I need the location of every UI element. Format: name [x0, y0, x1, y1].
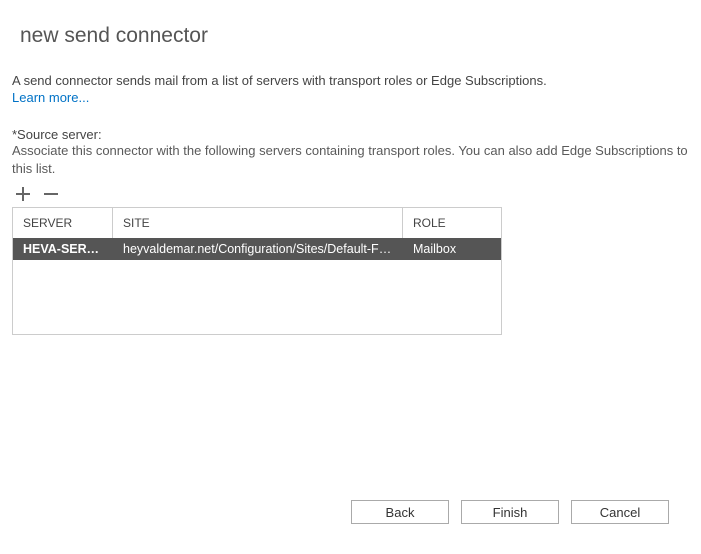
- table-toolbar: [12, 185, 689, 203]
- back-button[interactable]: Back: [351, 500, 449, 524]
- source-server-table: SERVER SITE ROLE HEVA-SERVE... heyvaldem…: [12, 207, 502, 335]
- description-text: A send connector sends mail from a list …: [12, 72, 689, 90]
- cancel-button[interactable]: Cancel: [571, 500, 669, 524]
- wizard-footer: Back Finish Cancel: [351, 500, 669, 524]
- source-server-help: Associate this connector with the follow…: [12, 142, 689, 178]
- column-site[interactable]: SITE: [113, 208, 403, 238]
- remove-icon[interactable]: [42, 185, 60, 203]
- source-server-label: *Source server:: [12, 127, 689, 142]
- column-server[interactable]: SERVER: [13, 208, 113, 238]
- cell-site: heyvaldemar.net/Configuration/Sites/Defa…: [113, 242, 403, 256]
- finish-button[interactable]: Finish: [461, 500, 559, 524]
- cell-server: HEVA-SERVE...: [13, 242, 113, 256]
- cell-role: Mailbox: [403, 242, 501, 256]
- table-row[interactable]: HEVA-SERVE... heyvaldemar.net/Configurat…: [13, 238, 501, 260]
- learn-more-link[interactable]: Learn more...: [12, 90, 89, 105]
- page-title: new send connector: [0, 0, 701, 48]
- add-icon[interactable]: [14, 185, 32, 203]
- table-header: SERVER SITE ROLE: [13, 208, 501, 238]
- column-role[interactable]: ROLE: [403, 208, 501, 238]
